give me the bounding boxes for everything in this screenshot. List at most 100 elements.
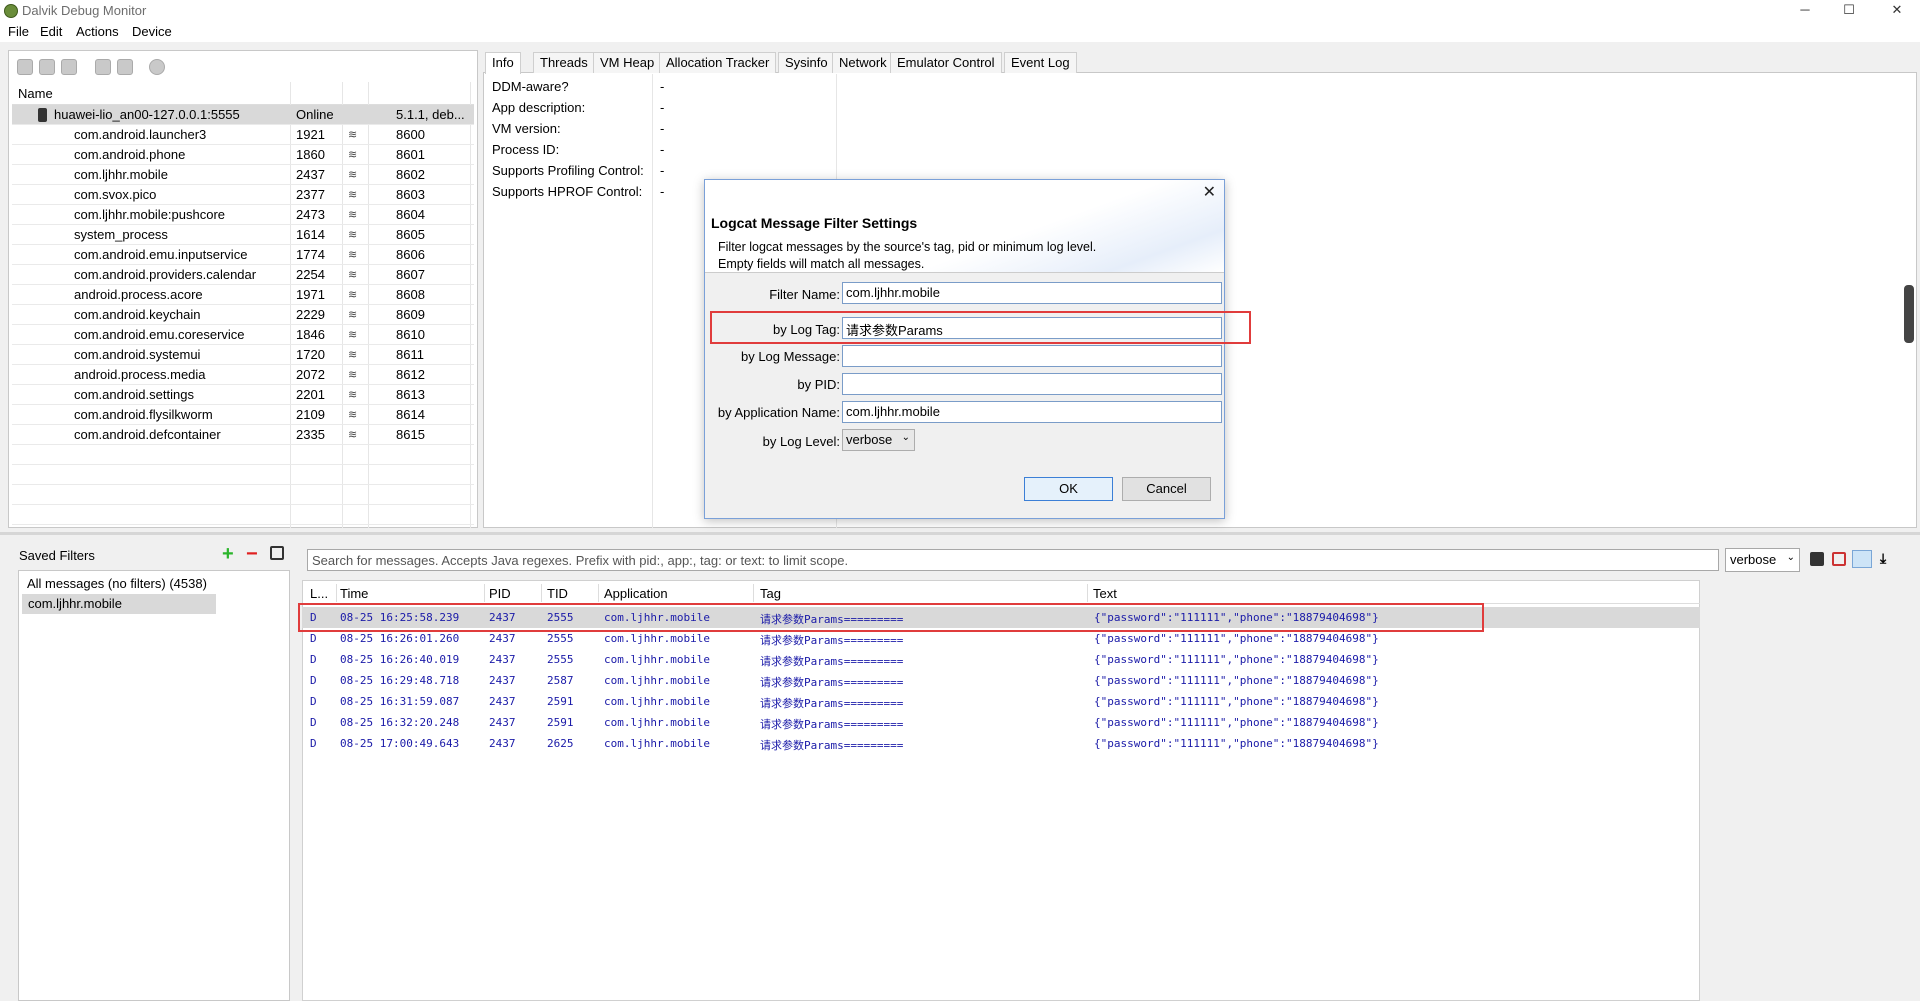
process-row[interactable]: system_process 1614 ≋ 8605 bbox=[12, 225, 474, 245]
log-row[interactable]: D 08-25 17:00:49.643 2437 2625 com.ljhhr.mob… bbox=[302, 733, 1700, 754]
process-row[interactable]: com.android.phone 1860 ≋ 8601 bbox=[12, 145, 474, 165]
tab-vm-heap[interactable]: VM Heap bbox=[593, 52, 662, 73]
clear-log-icon[interactable] bbox=[1832, 552, 1846, 566]
process-row[interactable]: com.ljhhr.mobile:pushcore 2473 ≋ 8604 bbox=[12, 205, 474, 225]
process-row[interactable]: com.svox.pico 2377 ≋ 8603 bbox=[12, 185, 474, 205]
process-pid: 1774 bbox=[296, 247, 325, 262]
app-name-label: by Application Name: bbox=[717, 405, 840, 420]
log-pid: 2437 bbox=[489, 737, 516, 750]
toggle-filters-icon[interactable] bbox=[1852, 550, 1872, 568]
info-label: Supports HPROF Control: bbox=[492, 184, 643, 199]
process-port: 8613 bbox=[396, 387, 425, 402]
menu-bar: File Edit Actions Device bbox=[0, 22, 1920, 42]
tab-event-log[interactable]: Event Log bbox=[1004, 52, 1077, 73]
process-row[interactable]: com.ljhhr.mobile 2437 ≋ 8602 bbox=[12, 165, 474, 185]
filter-item-all[interactable]: All messages (no filters) (4538) bbox=[24, 574, 224, 594]
log-pid: 2437 bbox=[489, 674, 516, 687]
filter-item-ljhhr[interactable]: com.ljhhr.mobile bbox=[22, 594, 216, 614]
process-pid: 2109 bbox=[296, 407, 325, 422]
add-filter-icon[interactable]: + bbox=[222, 543, 234, 566]
window-title: Dalvik Debug Monitor bbox=[22, 3, 147, 18]
ok-button[interactable]: OK bbox=[1024, 477, 1113, 501]
menu-device[interactable]: Device bbox=[132, 24, 172, 39]
tab-network[interactable]: Network bbox=[832, 52, 894, 73]
info-value: - bbox=[660, 163, 665, 178]
tab-info[interactable]: Info bbox=[485, 52, 521, 74]
process-row[interactable]: com.android.providers.calendar 2254 ≋ 8607 bbox=[12, 265, 474, 285]
log-column-tid[interactable]: TID bbox=[547, 586, 568, 601]
dialog-close-icon[interactable]: ✕ bbox=[1203, 182, 1216, 202]
threads-icon: ≋ bbox=[348, 389, 358, 401]
threads-icon: ≋ bbox=[348, 189, 358, 201]
stop-process-icon[interactable] bbox=[149, 59, 165, 75]
scrollbar-thumb[interactable] bbox=[1904, 285, 1914, 343]
tab-allocation-tracker[interactable]: Allocation Tracker bbox=[659, 52, 777, 73]
process-row[interactable]: com.android.keychain 2229 ≋ 8609 bbox=[12, 305, 474, 325]
log-column-pid[interactable]: PID bbox=[489, 586, 511, 601]
update-threads-icon[interactable] bbox=[117, 59, 133, 75]
log-row[interactable]: D 08-25 16:29:48.718 2437 2587 com.ljhhr.mob… bbox=[302, 670, 1700, 691]
empty-row bbox=[12, 505, 474, 525]
process-port: 8612 bbox=[396, 367, 425, 382]
menu-edit[interactable]: Edit bbox=[40, 24, 62, 39]
process-row[interactable]: android.process.media 2072 ≋ 8612 bbox=[12, 365, 474, 385]
process-port: 8601 bbox=[396, 147, 425, 162]
process-name: com.android.systemui bbox=[74, 347, 201, 362]
process-row[interactable]: com.android.emu.inputservice 1774 ≋ 8606 bbox=[12, 245, 474, 265]
log-row[interactable]: D 08-25 16:26:40.019 2437 2555 com.ljhhr.mob… bbox=[302, 649, 1700, 670]
maximize-button[interactable]: ☐ bbox=[1826, 0, 1872, 22]
log-column-app[interactable]: Application bbox=[604, 586, 668, 601]
update-heap-icon[interactable] bbox=[39, 59, 55, 75]
highlight-log-tag bbox=[710, 311, 1251, 344]
close-button[interactable]: ✕ bbox=[1874, 0, 1920, 22]
log-tag: 请求参数Params========= bbox=[760, 697, 904, 710]
log-level-select[interactable]: verbose ⌄ bbox=[842, 429, 915, 451]
process-row[interactable]: com.android.launcher3 1921 ≋ 8600 bbox=[12, 125, 474, 145]
menu-actions[interactable]: Actions bbox=[76, 24, 119, 39]
filter-settings-dialog: ✕ Logcat Message Filter Settings Filter … bbox=[704, 179, 1225, 519]
process-row[interactable]: com.android.flysilkworm 2109 ≋ 8614 bbox=[12, 405, 474, 425]
process-name: com.ljhhr.mobile:pushcore bbox=[74, 207, 226, 222]
app-name-input[interactable]: com.ljhhr.mobile bbox=[842, 401, 1222, 423]
threads-icon: ≋ bbox=[348, 429, 358, 441]
debug-process-icon[interactable] bbox=[17, 59, 33, 75]
splitter[interactable] bbox=[0, 532, 1920, 535]
logcat-search-input[interactable]: Search for messages. Accepts Java regexe… bbox=[307, 549, 1719, 571]
process-pid: 2377 bbox=[296, 187, 325, 202]
menu-file[interactable]: File bbox=[8, 24, 29, 39]
threads-icon: ≋ bbox=[348, 369, 358, 381]
minimize-button[interactable]: ─ bbox=[1782, 0, 1828, 22]
process-pid: 2229 bbox=[296, 307, 325, 322]
log-column-time[interactable]: Time bbox=[340, 586, 368, 601]
process-row[interactable]: com.android.systemui 1720 ≋ 8611 bbox=[12, 345, 474, 365]
process-row[interactable]: android.process.acore 1971 ≋ 8608 bbox=[12, 285, 474, 305]
tab-sysinfo[interactable]: Sysinfo bbox=[778, 52, 835, 73]
pid-input[interactable] bbox=[842, 373, 1222, 395]
process-row[interactable]: com.android.defcontainer 2335 ≋ 8615 bbox=[12, 425, 474, 445]
process-row[interactable]: com.android.settings 2201 ≋ 8613 bbox=[12, 385, 474, 405]
log-app: com.ljhhr.mobile bbox=[604, 695, 710, 708]
log-column-text[interactable]: Text bbox=[1093, 586, 1117, 601]
log-tag: 请求参数Params========= bbox=[760, 718, 904, 731]
info-label: App description: bbox=[492, 100, 586, 115]
dump-hprof-icon[interactable] bbox=[61, 59, 77, 75]
log-message-input[interactable] bbox=[842, 345, 1222, 367]
process-row[interactable]: com.android.emu.coreservice 1846 ≋ 8610 bbox=[12, 325, 474, 345]
filter-name-input[interactable]: com.ljhhr.mobile bbox=[842, 282, 1222, 304]
cause-gc-icon[interactable] bbox=[95, 59, 111, 75]
log-row[interactable]: D 08-25 16:31:59.087 2437 2591 com.ljhhr.mob… bbox=[302, 691, 1700, 712]
device-row[interactable]: huawei-lio_an00-127.0.0.1:5555 Online 5.… bbox=[12, 105, 474, 125]
remove-filter-icon[interactable]: − bbox=[246, 543, 258, 566]
log-text: {"password":"111111","phone":"1887940469… bbox=[1094, 716, 1379, 729]
log-column-level[interactable]: L... bbox=[310, 586, 328, 601]
cancel-button[interactable]: Cancel bbox=[1122, 477, 1211, 501]
log-row[interactable]: D 08-25 16:32:20.248 2437 2591 com.ljhhr.mob… bbox=[302, 712, 1700, 733]
edit-filter-icon[interactable] bbox=[270, 546, 284, 560]
tab-threads[interactable]: Threads bbox=[533, 52, 595, 73]
tab-emulator-control[interactable]: Emulator Control bbox=[890, 52, 1002, 73]
scroll-lock-icon[interactable]: ⤓ bbox=[1880, 550, 1886, 567]
save-log-icon[interactable] bbox=[1810, 552, 1824, 566]
logcat-level-select[interactable]: verbose ⌄ bbox=[1725, 548, 1800, 572]
log-column-tag[interactable]: Tag bbox=[760, 586, 781, 601]
info-value: - bbox=[660, 79, 665, 94]
